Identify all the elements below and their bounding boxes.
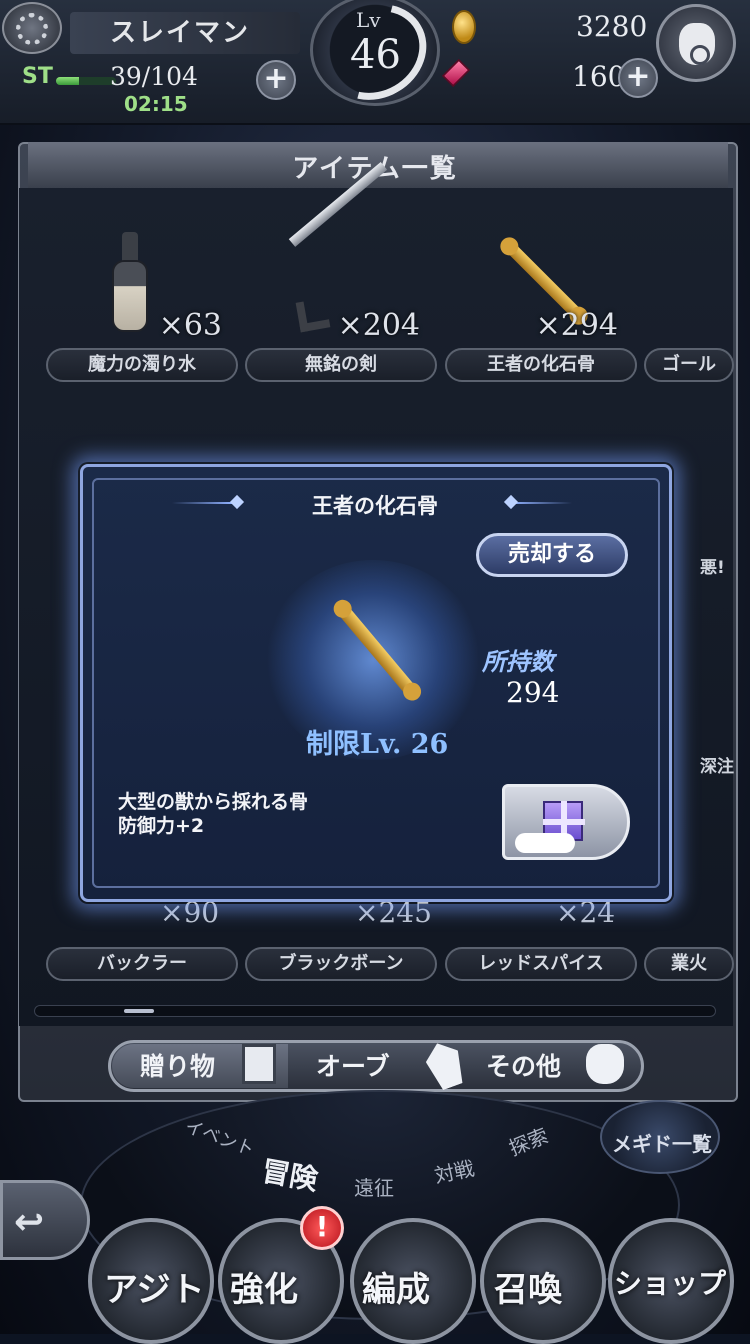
item-name[interactable]: 魔力の濁り水 <box>46 348 238 382</box>
bag-icon <box>586 1044 624 1084</box>
owned-value: 294 <box>506 676 560 709</box>
nav-formation-label: 編成 <box>362 1270 430 1310</box>
stamina-value: 39/104 <box>110 62 198 91</box>
hand-icon <box>515 833 575 853</box>
tab-orb[interactable]: オーブ <box>316 1045 390 1089</box>
stamina-bar <box>56 77 116 85</box>
item-name[interactable]: ブラックボーン <box>245 947 437 981</box>
tab-other[interactable]: その他 <box>486 1045 561 1089</box>
limit-level: 制限Lv. 26 <box>306 729 449 760</box>
partial-item-name: 深注 <box>700 757 734 777</box>
owned-label: 所持数 <box>482 648 554 676</box>
level-label: Lv <box>356 8 381 32</box>
nav-enhance-label: 強化 <box>230 1270 298 1310</box>
description-line: 防御力+2 <box>118 815 205 837</box>
item-name[interactable]: バックラー <box>46 947 238 981</box>
item-name[interactable]: ゴール <box>644 348 734 382</box>
item-name[interactable]: 業火 <box>644 947 734 981</box>
item-description: 大型の獣から採れる骨 防御力+2 <box>118 790 308 838</box>
stamina-plus-button[interactable]: + <box>256 60 296 100</box>
item-count: ×63 <box>158 308 222 343</box>
megido-list-label: メギド一覧 <box>612 1132 712 1156</box>
gift-button[interactable] <box>502 784 630 860</box>
stamina-label: ST <box>22 64 53 89</box>
gold-value: 3280 <box>576 10 648 43</box>
gem-plus-button[interactable]: + <box>618 58 658 98</box>
dialog-title: 王者の化石骨 <box>312 494 438 518</box>
description-line: 大型の獣から採れる骨 <box>118 791 309 813</box>
level-value: 46 <box>350 32 401 78</box>
item-bag-button[interactable] <box>656 4 736 82</box>
item-name[interactable]: 王者の化石骨 <box>445 348 637 382</box>
bag-icon <box>679 23 715 65</box>
gear-icon <box>16 13 48 45</box>
scrollbar-thumb[interactable] <box>124 1009 154 1013</box>
nav-hideout-label: アジト <box>104 1270 205 1310</box>
back-arrow-icon: ↩ <box>14 1202 45 1243</box>
notification-badge: ! <box>300 1206 344 1250</box>
sell-button[interactable]: 売却する <box>476 533 628 577</box>
player-name: スレイマン <box>110 18 251 48</box>
tab-gift[interactable]: 贈り物 <box>140 1045 215 1089</box>
nav-shop-label: ショップ <box>614 1267 727 1300</box>
settings-button[interactable] <box>2 2 62 54</box>
sub-nav-expedition[interactable]: 遠征 <box>354 1172 394 1201</box>
gift-icon <box>242 1044 276 1084</box>
stamina-timer: 02:15 <box>124 92 188 116</box>
partial-item-name: 悪! <box>700 558 725 578</box>
item-count: ×204 <box>337 308 420 343</box>
item-name[interactable]: レッドスパイス <box>445 947 637 981</box>
item-count: ×294 <box>535 308 618 343</box>
nav-summon-label: 召喚 <box>494 1270 562 1310</box>
stamina-bar-fill <box>56 77 79 85</box>
item-name[interactable]: 無銘の剣 <box>245 348 437 382</box>
gold-coin-icon <box>452 10 476 44</box>
